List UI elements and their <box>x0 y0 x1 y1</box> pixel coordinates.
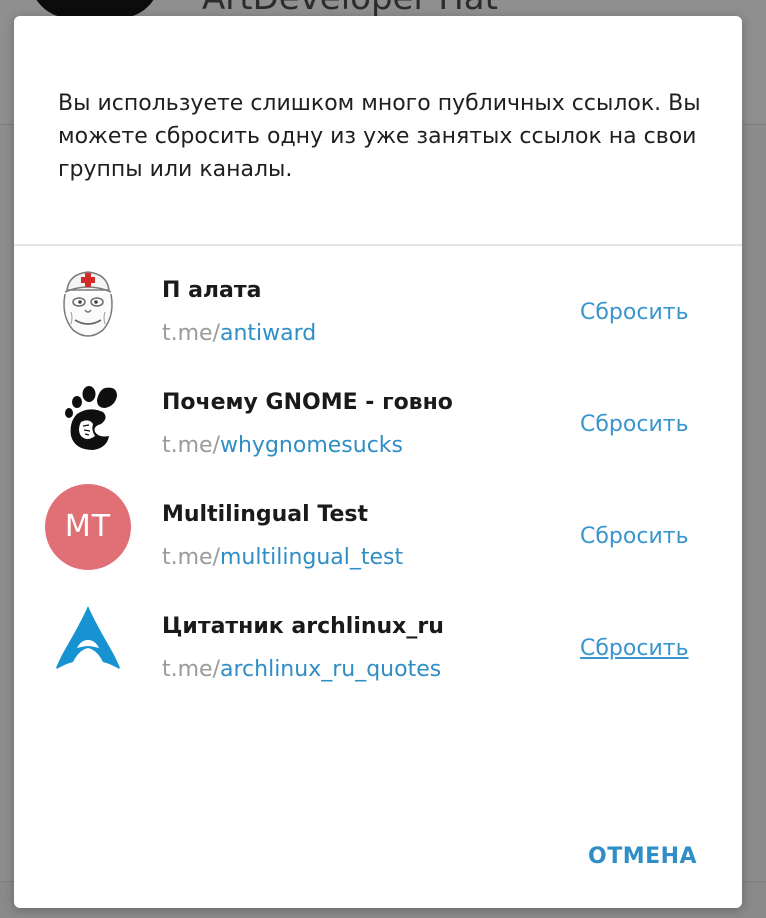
arch-linux-icon <box>45 596 131 682</box>
channel-name: Почему GNOME - говно <box>162 390 453 415</box>
channel-link: t.me/whygnomesucks <box>162 433 403 458</box>
reset-link-button[interactable]: Сбросить <box>580 300 689 325</box>
reset-link-button[interactable]: Сбросить <box>580 524 689 549</box>
channel-username: whygnomesucks <box>220 433 403 458</box>
channel-row-antiward: П алата t.me/antiward Сбросить <box>14 246 742 358</box>
link-prefix: t.me/ <box>162 321 220 346</box>
gnome-foot-icon <box>45 372 131 458</box>
cancel-button[interactable]: ОТМЕНА <box>574 840 711 874</box>
channel-name: Цитатник archlinux_ru <box>162 614 444 639</box>
reset-link-button[interactable]: Сбросить <box>580 636 689 661</box>
reset-link-button[interactable]: Сбросить <box>580 412 689 437</box>
channel-avatar-initials: MT <box>45 484 131 570</box>
channel-username: archlinux_ru_quotes <box>220 657 442 682</box>
channel-row-multilingual-test: MT Multilingual Test t.me/multilingual_t… <box>14 470 742 582</box>
channel-avatar <box>45 596 131 682</box>
channel-link: t.me/archlinux_ru_quotes <box>162 657 441 682</box>
channel-username: multilingual_test <box>220 545 404 570</box>
channel-username: antiward <box>220 321 317 346</box>
link-prefix: t.me/ <box>162 545 220 570</box>
channel-name: П алата <box>162 278 262 303</box>
channel-link: t.me/multilingual_test <box>162 545 403 570</box>
dialog-message: Вы используете слишком много публичных с… <box>58 91 701 182</box>
link-prefix: t.me/ <box>162 657 220 682</box>
channel-avatar <box>45 372 131 458</box>
channel-avatar <box>45 260 131 346</box>
channel-row-whygnomesucks: Почему GNOME - говно t.me/whygnomesucks … <box>14 358 742 470</box>
link-prefix: t.me/ <box>162 433 220 458</box>
too-many-public-links-dialog: Вы используете слишком много публичных с… <box>14 16 742 908</box>
channel-link: t.me/antiward <box>162 321 316 346</box>
channel-row-archlinux-ru-quotes: Цитатник archlinux_ru t.me/archlinux_ru_… <box>14 582 742 694</box>
channel-name: Multilingual Test <box>162 502 368 527</box>
nurse-meme-icon <box>45 260 131 346</box>
